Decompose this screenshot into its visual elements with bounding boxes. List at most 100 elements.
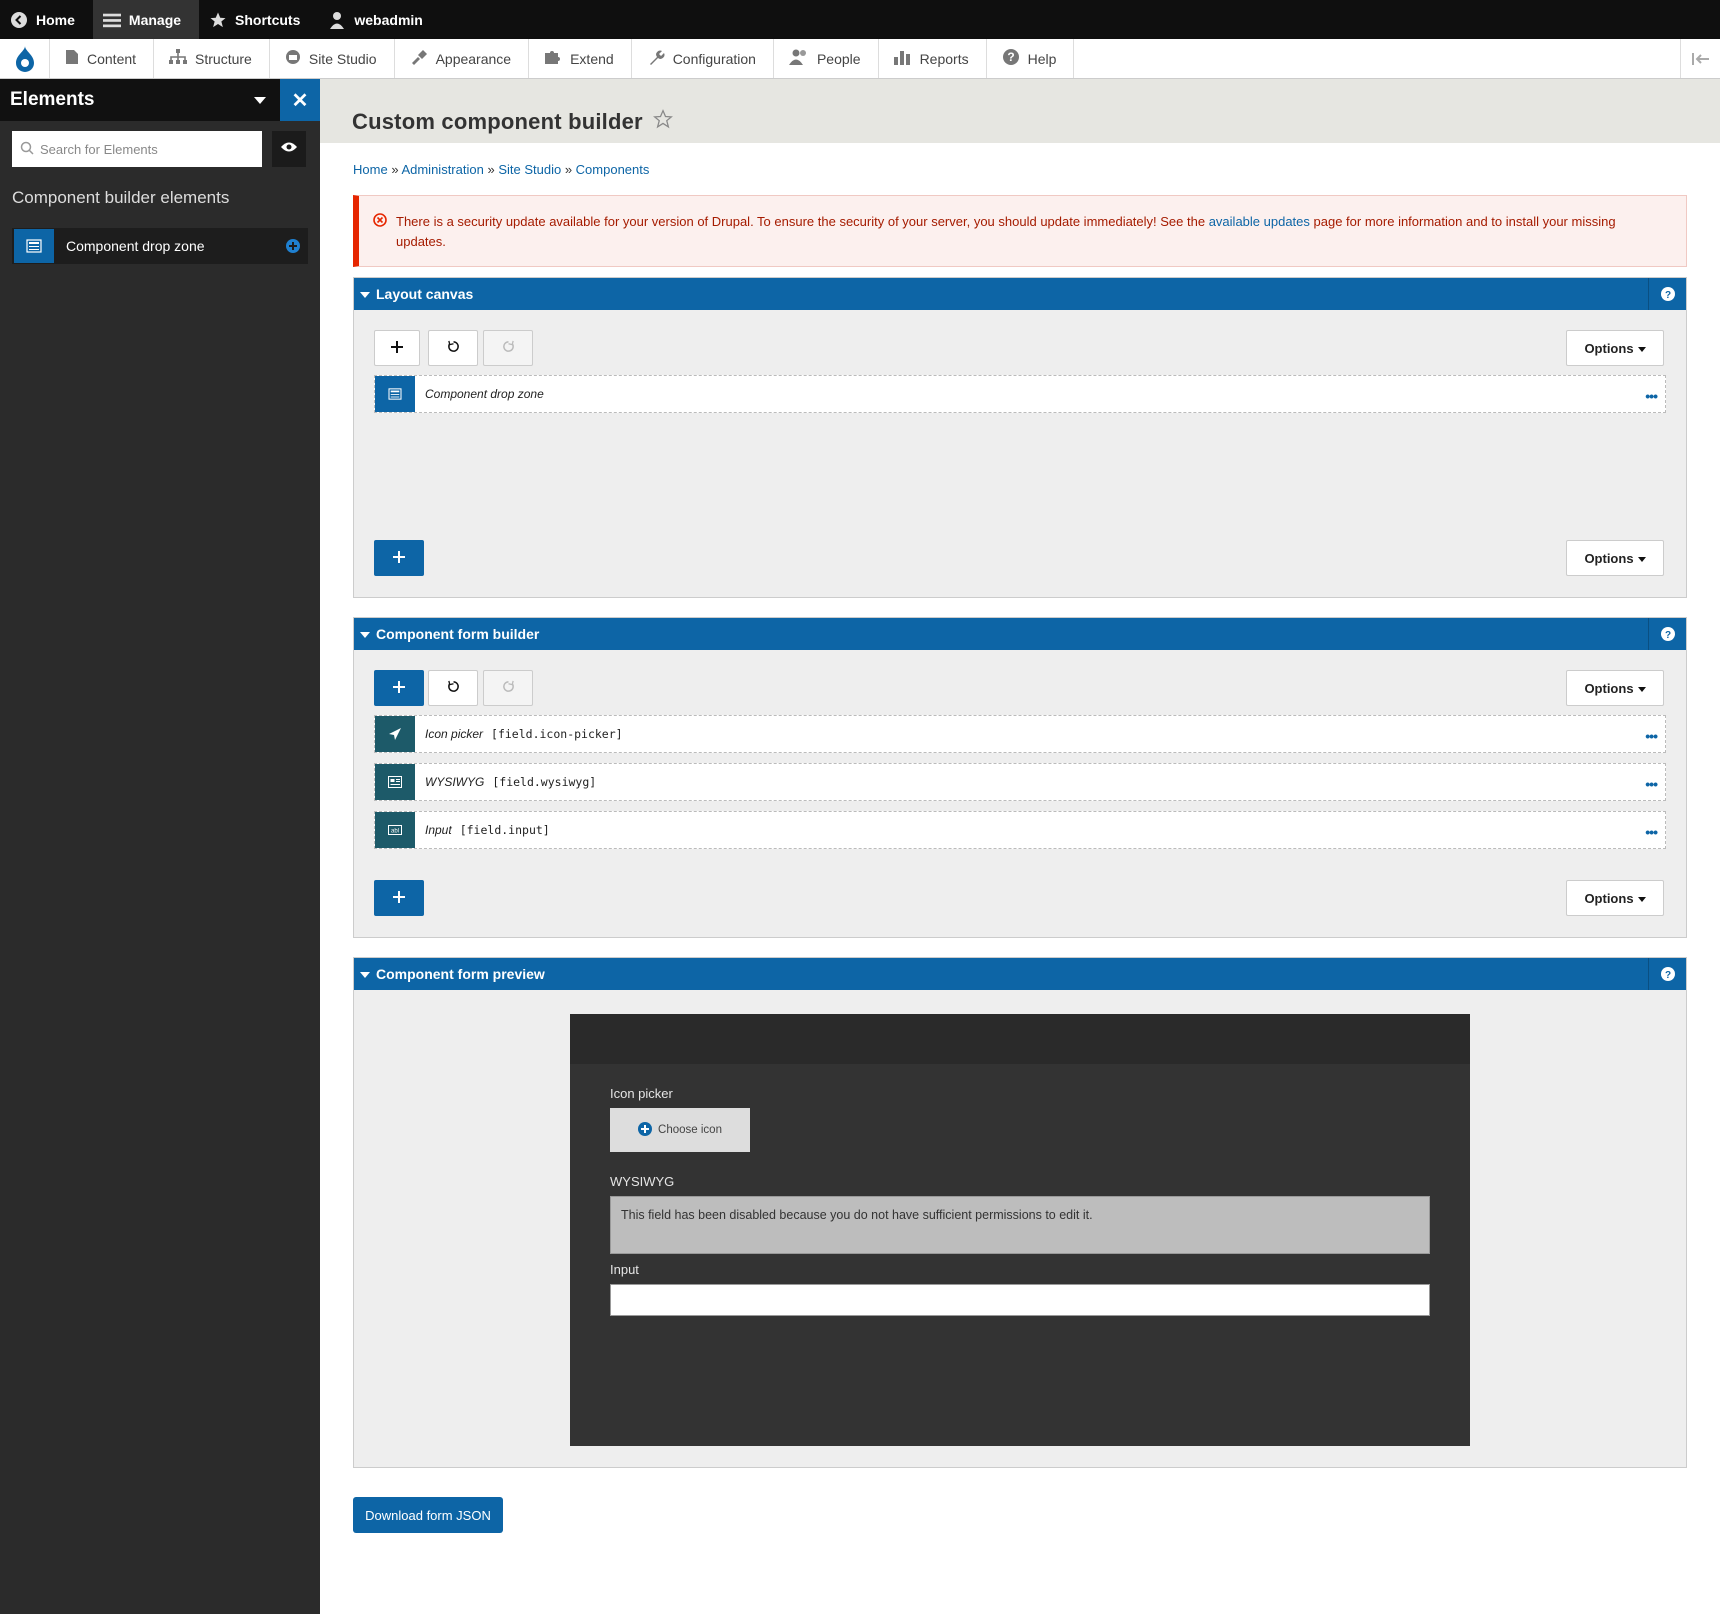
wysiwyg-textarea: This field has been disabled because you… <box>610 1196 1430 1254</box>
help-icon[interactable]: ? <box>1648 958 1686 990</box>
row-label: Icon picker <box>425 727 484 741</box>
search-placeholder: Search for Elements <box>40 141 158 157</box>
form-preview-panel: Component form preview ? Icon picker Cho… <box>353 957 1687 1468</box>
drupal-logo-icon[interactable] <box>0 39 50 78</box>
eye-icon <box>281 140 297 158</box>
breadcrumb-sep: » <box>487 162 495 177</box>
add-element-icon[interactable] <box>278 239 308 253</box>
options-button-bottom[interactable]: Options <box>1566 880 1664 916</box>
tray-reports-label: Reports <box>919 50 969 67</box>
breadcrumb-home[interactable]: Home <box>353 162 388 177</box>
form-row-input[interactable]: abl Input [field.input] ••• <box>374 811 1666 849</box>
tray-appearance-label: Appearance <box>435 50 512 67</box>
available-updates-link[interactable]: available updates <box>1209 214 1310 229</box>
more-options-icon[interactable]: ••• <box>1645 388 1658 404</box>
star-icon <box>209 11 227 29</box>
svg-text:?: ? <box>1664 630 1670 641</box>
download-json-button[interactable]: Download form JSON <box>353 1497 503 1533</box>
undo-button[interactable] <box>428 330 478 366</box>
collapse-tray-icon[interactable] <box>1680 39 1720 78</box>
toggle-visibility-button[interactable] <box>272 131 306 167</box>
more-options-icon[interactable]: ••• <box>1645 824 1658 840</box>
input-field[interactable] <box>610 1284 1430 1316</box>
add-element-button[interactable] <box>374 330 420 366</box>
caret-down-icon <box>254 89 266 111</box>
form-preview-title: Component form preview <box>376 966 545 982</box>
toolbar-manage[interactable]: Manage <box>92 0 200 39</box>
sidebar-title: Elements <box>10 89 95 110</box>
tray-help-label: Help <box>1027 50 1057 67</box>
tray-configuration[interactable]: Configuration <box>632 39 774 78</box>
tray-structure[interactable]: Structure <box>154 39 270 78</box>
elements-sidebar: Elements ✕ Search for Elements Component… <box>0 79 320 1614</box>
paintbrush-icon <box>410 49 428 68</box>
plus-circle-icon <box>638 1121 653 1139</box>
sidebar-close-button[interactable]: ✕ <box>280 79 320 121</box>
add-field-bottom-button[interactable] <box>374 880 424 916</box>
options-button-bottom[interactable]: Options <box>1566 540 1664 576</box>
error-icon <box>373 213 387 233</box>
plus-icon <box>393 890 405 906</box>
form-builder-header[interactable]: Component form builder ? <box>354 618 1686 650</box>
sidebar-element-drop-zone[interactable]: Component drop zone <box>12 228 308 264</box>
caret-down-icon <box>1637 341 1646 356</box>
row-label: Component drop zone <box>425 387 544 401</box>
layout-canvas-panel: Layout canvas ? Options Component drop z… <box>353 277 1687 598</box>
tray-site-studio[interactable]: Site Studio <box>270 39 395 78</box>
redo-button[interactable] <box>483 330 533 366</box>
form-preview-box: Icon picker Choose icon WYSIWYG This fie… <box>570 1014 1470 1446</box>
tray-reports[interactable]: Reports <box>879 39 987 78</box>
page-title-wrap: Custom component builder <box>352 109 673 135</box>
form-preview-header[interactable]: Component form preview ? <box>354 958 1686 990</box>
wrench-icon <box>647 49 665 68</box>
close-icon: ✕ <box>291 89 309 112</box>
add-element-bottom-button[interactable] <box>374 540 424 576</box>
svg-text:?: ? <box>1664 970 1670 981</box>
toolbar-home[interactable]: Home <box>0 0 93 39</box>
breadcrumb-components[interactable]: Components <box>576 162 650 177</box>
sidebar-section-title: Component builder elements <box>12 188 230 207</box>
star-outline-icon[interactable] <box>652 109 673 135</box>
caret-down-icon <box>1637 551 1646 566</box>
toolbar-user[interactable]: webadmin <box>318 0 440 39</box>
form-row-icon-picker[interactable]: Icon picker [field.icon-picker] ••• <box>374 715 1666 753</box>
options-label: Options <box>1584 550 1634 566</box>
row-label: Input <box>425 823 452 837</box>
drop-zone-icon <box>14 229 54 263</box>
options-button-top[interactable]: Options <box>1566 670 1664 706</box>
undo-icon <box>447 340 460 356</box>
undo-button[interactable] <box>428 670 478 706</box>
tray-content-label: Content <box>87 50 137 67</box>
toolbar-shortcuts[interactable]: Shortcuts <box>199 0 318 39</box>
choose-icon-button[interactable]: Choose icon <box>610 1108 750 1152</box>
canvas-row-drop-zone[interactable]: Component drop zone ••• <box>374 375 1666 413</box>
tray-extend[interactable]: Extend <box>529 39 632 78</box>
file-icon <box>65 49 79 68</box>
tray-people[interactable]: People <box>774 39 879 78</box>
tray-help[interactable]: ? Help <box>987 39 1075 78</box>
options-button-top[interactable]: Options <box>1566 330 1664 366</box>
element-search-input[interactable]: Search for Elements <box>12 131 262 167</box>
add-field-button[interactable] <box>374 670 424 706</box>
breadcrumb-administration[interactable]: Administration <box>401 162 483 177</box>
tray-site-studio-label: Site Studio <box>308 50 377 67</box>
undo-icon <box>447 680 460 696</box>
help-icon: ? <box>1002 48 1020 69</box>
breadcrumb: Home » Administration » Site Studio » Co… <box>353 162 649 177</box>
redo-button[interactable] <box>483 670 533 706</box>
form-builder-panel: Component form builder ? Options Icon pi… <box>353 617 1687 938</box>
layout-canvas-header[interactable]: Layout canvas ? <box>354 278 1686 310</box>
caret-down-icon <box>1637 681 1646 696</box>
row-key: [field.icon-picker] <box>491 727 623 741</box>
tray-content[interactable]: Content <box>50 39 155 78</box>
help-icon[interactable]: ? <box>1648 618 1686 650</box>
form-row-wysiwyg[interactable]: WYSIWYG [field.wysiwyg] ••• <box>374 763 1666 801</box>
admin-toolbar: Home Manage Shortcuts webadmin <box>0 0 1720 39</box>
more-options-icon[interactable]: ••• <box>1645 776 1658 792</box>
breadcrumb-site-studio[interactable]: Site Studio <box>498 162 561 177</box>
tray-appearance[interactable]: Appearance <box>395 39 530 78</box>
help-icon[interactable]: ? <box>1648 278 1686 310</box>
sidebar-title-dropdown[interactable]: Elements <box>0 79 280 121</box>
more-options-icon[interactable]: ••• <box>1645 728 1658 744</box>
preview-header-bar <box>570 1014 1470 1064</box>
